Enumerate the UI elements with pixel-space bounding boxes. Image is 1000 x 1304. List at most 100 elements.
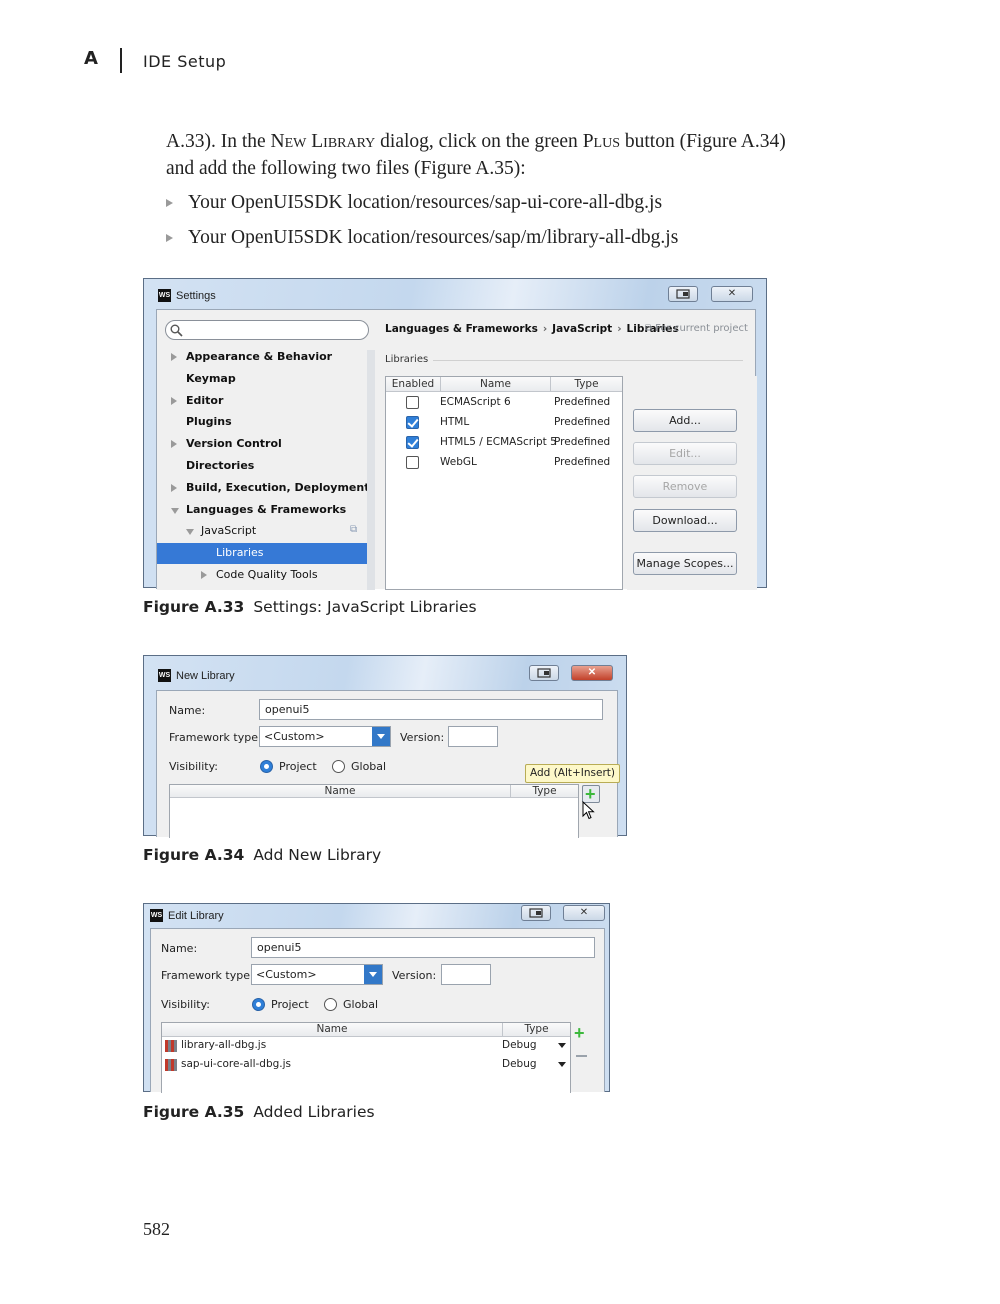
version-input[interactable] [448,726,498,747]
tree-item[interactable]: Keymap [186,372,236,385]
expand-right-icon[interactable] [171,396,177,405]
tree-item[interactable]: Build, Execution, Deployment [186,481,369,494]
column-type[interactable]: Type [511,785,578,797]
tree-item[interactable]: Plugins [186,415,232,428]
expand-right-icon[interactable] [201,571,207,579]
tree-item[interactable]: Editor [186,394,223,407]
column-type[interactable]: Type [551,378,622,390]
column-name[interactable]: Name [441,378,550,390]
figure-caption-text: Settings: JavaScript Libraries [253,598,477,616]
expand-right-icon[interactable] [171,440,177,449]
name-input[interactable]: openui5 [259,699,603,720]
download-button[interactable]: Download... [633,509,737,532]
search-icon [170,324,183,337]
section-divider [433,360,743,361]
libraries-table: Enabled Name Type ECMAScript 6 Predefined… [385,376,623,590]
column-type[interactable]: Type [503,1023,570,1035]
chapter-letter: A [84,48,98,69]
webstorm-logo: WS [158,289,171,302]
webstorm-logo: WS [150,909,163,922]
radio-project[interactable] [252,998,265,1011]
file-type[interactable]: Debug [502,1058,537,1070]
name-input[interactable]: openui5 [251,937,595,958]
manage-scopes-button[interactable]: Manage Scopes... [633,552,737,575]
plus-icon[interactable]: + [574,1024,585,1042]
settings-client: Appearance & Behavior Keymap Editor Plugins… [156,309,757,590]
bullet-text: Your OpenUI5SDK location/resources/sap/m… [188,227,679,248]
close-icon[interactable]: ✕ [563,905,605,921]
chevron-down-icon[interactable] [372,727,390,746]
column-name[interactable]: Name [162,1023,502,1035]
column-name[interactable]: Name [170,785,510,797]
radio-project[interactable] [260,760,273,773]
breadcrumb-item[interactable]: JavaScript [552,323,612,335]
library-type: Predefined [554,456,611,468]
radio-global[interactable] [324,998,337,1011]
library-name[interactable]: ECMAScript 6 [440,396,511,408]
tree-item[interactable]: Languages & Frameworks [186,503,346,516]
figure-caption-text: Added Libraries [253,1103,375,1121]
enabled-checkbox[interactable] [406,436,419,449]
expand-right-icon[interactable] [171,353,177,361]
tree-item[interactable]: Code Quality Tools [216,568,318,581]
radio-global-label[interactable]: Global [351,760,386,773]
expand-down-icon[interactable] [186,529,194,536]
radio-global-label[interactable]: Global [343,998,378,1011]
remove-button[interactable]: Remove [633,475,737,498]
chevron-down-icon[interactable] [558,1043,566,1048]
library-name[interactable]: HTML5 / ECMAScript 5 [440,436,557,448]
library-name[interactable]: WebGL [440,456,477,468]
restore-icon[interactable] [521,905,551,921]
radio-project-label[interactable]: Project [271,998,309,1011]
section-label: Libraries [385,354,429,365]
radio-global[interactable] [332,760,345,773]
framework-type-select[interactable]: <Custom> [259,726,391,747]
close-icon[interactable]: ✕ [711,286,753,302]
copy-icon: ⧉ [645,323,653,334]
window-title: New Library [176,669,235,682]
paragraph-line-1: A.33). In the New Library dialog, click … [166,128,866,155]
column-enabled[interactable]: Enabled [386,378,440,390]
chevron-down-icon[interactable] [558,1062,566,1067]
tree-item[interactable]: JavaScript [201,524,256,537]
library-name[interactable]: HTML [440,416,469,428]
file-name[interactable]: sap-ui-core-all-dbg.js [181,1058,291,1070]
add-button[interactable]: Add... [633,409,737,432]
tree-item[interactable]: Version Control [186,437,282,450]
tree-scrollbar[interactable] [367,350,375,590]
file-name[interactable]: library-all-dbg.js [181,1039,266,1051]
tree-item[interactable]: Directories [186,459,254,472]
edit-button[interactable]: Edit... [633,442,737,465]
breadcrumb-separator: › [542,323,548,335]
expand-down-icon[interactable] [171,507,179,514]
enabled-checkbox[interactable] [406,456,419,469]
new-library-client: Name: openui5 Framework type: <Custom> V… [156,690,620,838]
tree-item[interactable]: Libraries [216,546,264,559]
expand-right-icon[interactable] [171,483,177,492]
framework-type-value: <Custom> [256,968,317,981]
scope-note-text: For current project [655,323,748,334]
breadcrumb-item[interactable]: Languages & Frameworks [385,323,538,335]
minus-icon[interactable] [576,1055,587,1057]
file-type[interactable]: Debug [502,1039,537,1051]
enabled-checkbox[interactable] [406,416,419,429]
search-input[interactable] [165,320,369,340]
version-label: Version: [400,731,445,744]
close-icon[interactable]: ✕ [571,665,613,681]
chevron-down-icon[interactable] [364,965,382,984]
library-type: Predefined [554,416,611,428]
radio-project-label[interactable]: Project [279,760,317,773]
figure-number: Figure A.35 [143,1103,245,1121]
restore-icon[interactable] [668,286,698,302]
breadcrumb: Languages & Frameworks › JavaScript › Librar… [385,323,679,335]
bullet-triangle-icon [166,234,173,242]
scope-note: ⧉ For current project [645,323,748,334]
tree-item[interactable]: Appearance & Behavior [186,350,332,363]
version-input[interactable] [441,964,491,985]
restore-icon[interactable] [529,665,559,681]
figure-number: Figure A.33 [143,598,245,616]
enabled-checkbox[interactable] [406,396,419,409]
framework-type-select[interactable]: <Custom> [251,964,383,985]
header-divider [120,48,122,73]
button-name: Plus [582,131,620,152]
